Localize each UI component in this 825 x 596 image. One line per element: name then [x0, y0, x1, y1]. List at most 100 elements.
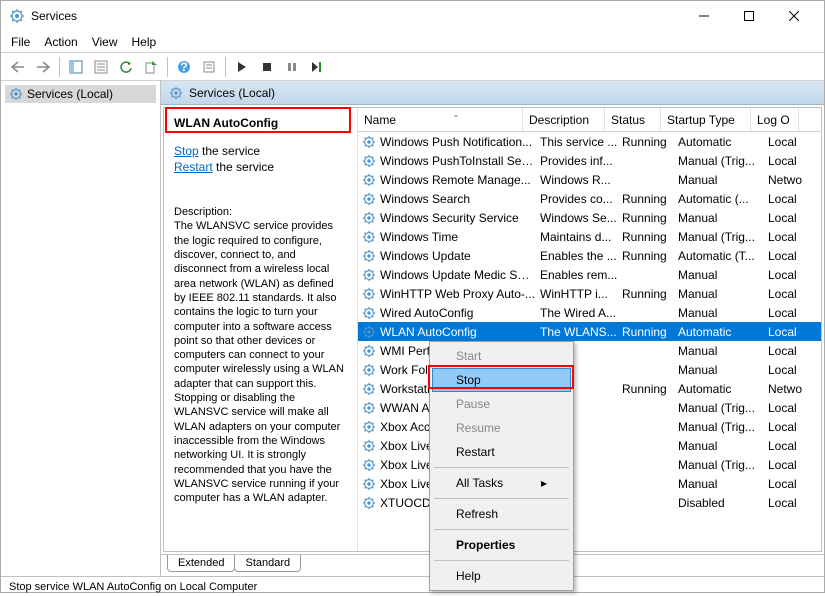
menu-file[interactable]: File: [11, 35, 30, 49]
col-logon[interactable]: Log O: [751, 108, 799, 131]
cell-startup: Manual (Trig...: [678, 154, 768, 168]
cell-desc: Enables rem...: [540, 268, 622, 282]
gear-icon: [362, 382, 376, 396]
gear-icon: [9, 87, 23, 101]
properties-2-button[interactable]: [198, 56, 220, 78]
tree-item-services-local[interactable]: Services (Local): [5, 85, 156, 103]
forward-button[interactable]: [32, 56, 54, 78]
ctx-properties[interactable]: Properties: [432, 533, 571, 557]
window-title: Services: [31, 9, 681, 23]
close-button[interactable]: [771, 2, 816, 30]
ctx-restart[interactable]: Restart: [432, 440, 571, 464]
gear-icon: [362, 154, 376, 168]
service-row[interactable]: Windows Security ServiceWindows Se...Run…: [358, 208, 821, 227]
gear-icon: [169, 86, 183, 100]
service-row[interactable]: Xbox Livevice ...ManualLocal: [358, 474, 821, 493]
service-row[interactable]: Wired AutoConfigThe Wired A...ManualLoca…: [358, 303, 821, 322]
maximize-button[interactable]: [726, 2, 771, 30]
gear-icon: [362, 230, 376, 244]
service-row[interactable]: Windows Update Medic Ser...Enables rem..…: [358, 265, 821, 284]
ctx-all-tasks[interactable]: All Tasks▸: [432, 471, 571, 495]
back-button[interactable]: [7, 56, 29, 78]
cell-status: Running: [622, 287, 678, 301]
description-label: Description:: [174, 205, 347, 219]
menu-action[interactable]: Action: [44, 35, 77, 49]
col-name[interactable]: Nameˆ: [358, 108, 523, 131]
service-row[interactable]: Xbox Accevice ...Manual (Trig...Local: [358, 417, 821, 436]
service-row[interactable]: Xbox Livevice ...Manual (Trig...Local: [358, 455, 821, 474]
gear-icon: [362, 363, 376, 377]
cell-startup: Manual: [678, 268, 768, 282]
properties-button[interactable]: [90, 56, 112, 78]
ctx-refresh[interactable]: Refresh: [432, 502, 571, 526]
service-row[interactable]: Workstatiand ...RunningAutomaticNetwo: [358, 379, 821, 398]
gear-icon: [362, 135, 376, 149]
minimize-button[interactable]: [681, 2, 726, 30]
service-row[interactable]: WinHTTP Web Proxy Auto-...WinHTTP i...Ru…: [358, 284, 821, 303]
restart-link[interactable]: Restart: [174, 160, 213, 174]
refresh-button[interactable]: [115, 56, 137, 78]
column-headers: Nameˆ Description Status Startup Type Lo…: [358, 108, 821, 132]
menu-help[interactable]: Help: [132, 35, 157, 49]
cell-startup: Manual (Trig...: [678, 458, 768, 472]
service-row[interactable]: Windows TimeMaintains d...RunningManual …: [358, 227, 821, 246]
cell-logon: Local: [768, 363, 816, 377]
tab-standard[interactable]: Standard: [234, 555, 301, 572]
cell-logon: Local: [768, 420, 816, 434]
cell-status: Running: [622, 249, 678, 263]
show-hide-tree-button[interactable]: [65, 56, 87, 78]
restart-service-button[interactable]: [306, 56, 328, 78]
service-row[interactable]: WWAN Auvice ...Manual (Trig...Local: [358, 398, 821, 417]
cell-desc: Provides inf...: [540, 154, 622, 168]
gear-icon: [362, 325, 376, 339]
cell-logon: Local: [768, 401, 816, 415]
cell-name: Windows PushToInstall Serv...: [380, 154, 540, 168]
col-description[interactable]: Description: [523, 108, 605, 131]
cell-name: Windows Time: [380, 230, 540, 244]
cell-desc: Maintains d...: [540, 230, 622, 244]
cell-logon: Local: [768, 458, 816, 472]
service-row[interactable]: Windows SearchProvides co...RunningAutom…: [358, 189, 821, 208]
col-startup[interactable]: Startup Type: [661, 108, 751, 131]
col-status[interactable]: Status: [605, 108, 661, 131]
pane-header: Services (Local): [161, 81, 824, 105]
cell-logon: Local: [768, 325, 816, 339]
selected-service-title: WLAN AutoConfig: [174, 116, 347, 130]
stop-link[interactable]: Stop: [174, 144, 199, 158]
service-row[interactable]: WMI Perfos pe...ManualLocal: [358, 341, 821, 360]
service-row[interactable]: WLAN AutoConfigThe WLANS...RunningAutoma…: [358, 322, 821, 341]
cell-logon: Local: [768, 306, 816, 320]
cell-name: Windows Remote Manage...: [380, 173, 540, 187]
help-button[interactable]: ?: [173, 56, 195, 78]
service-row[interactable]: Windows PushToInstall Serv...Provides in…: [358, 151, 821, 170]
gear-icon: [362, 477, 376, 491]
cell-status: Running: [622, 382, 678, 396]
start-service-button[interactable]: [231, 56, 253, 78]
cell-name: Windows Update Medic Ser...: [380, 268, 540, 282]
ctx-resume: Resume: [432, 416, 571, 440]
menu-bar: File Action View Help: [1, 31, 824, 53]
cell-logon: Local: [768, 439, 816, 453]
cell-startup: Manual (Trig...: [678, 401, 768, 415]
export-button[interactable]: [140, 56, 162, 78]
service-row[interactable]: Windows UpdateEnables the ...RunningAuto…: [358, 246, 821, 265]
service-row[interactable]: XTUOCDrivDisabledLocal: [358, 493, 821, 512]
service-row[interactable]: Windows Remote Manage...Windows R...Manu…: [358, 170, 821, 189]
service-row[interactable]: Xbox Lives au...ManualLocal: [358, 436, 821, 455]
cell-status: Running: [622, 192, 678, 206]
cell-status: Running: [622, 325, 678, 339]
ctx-stop[interactable]: Stop: [432, 368, 571, 392]
tab-extended[interactable]: Extended: [167, 555, 235, 572]
service-row[interactable]: Windows Push Notification...This service…: [358, 132, 821, 151]
pause-service-button[interactable]: [281, 56, 303, 78]
cell-status: Running: [622, 230, 678, 244]
cell-startup: Automatic: [678, 325, 768, 339]
service-row[interactable]: Work Foldvice ...ManualLocal: [358, 360, 821, 379]
ctx-help[interactable]: Help: [432, 564, 571, 588]
cell-name: WinHTTP Web Proxy Auto-...: [380, 287, 540, 301]
stop-service-button[interactable]: [256, 56, 278, 78]
ctx-pause: Pause: [432, 392, 571, 416]
ctx-start: Start: [432, 344, 571, 368]
menu-view[interactable]: View: [92, 35, 118, 49]
chevron-right-icon: ▸: [541, 476, 547, 490]
